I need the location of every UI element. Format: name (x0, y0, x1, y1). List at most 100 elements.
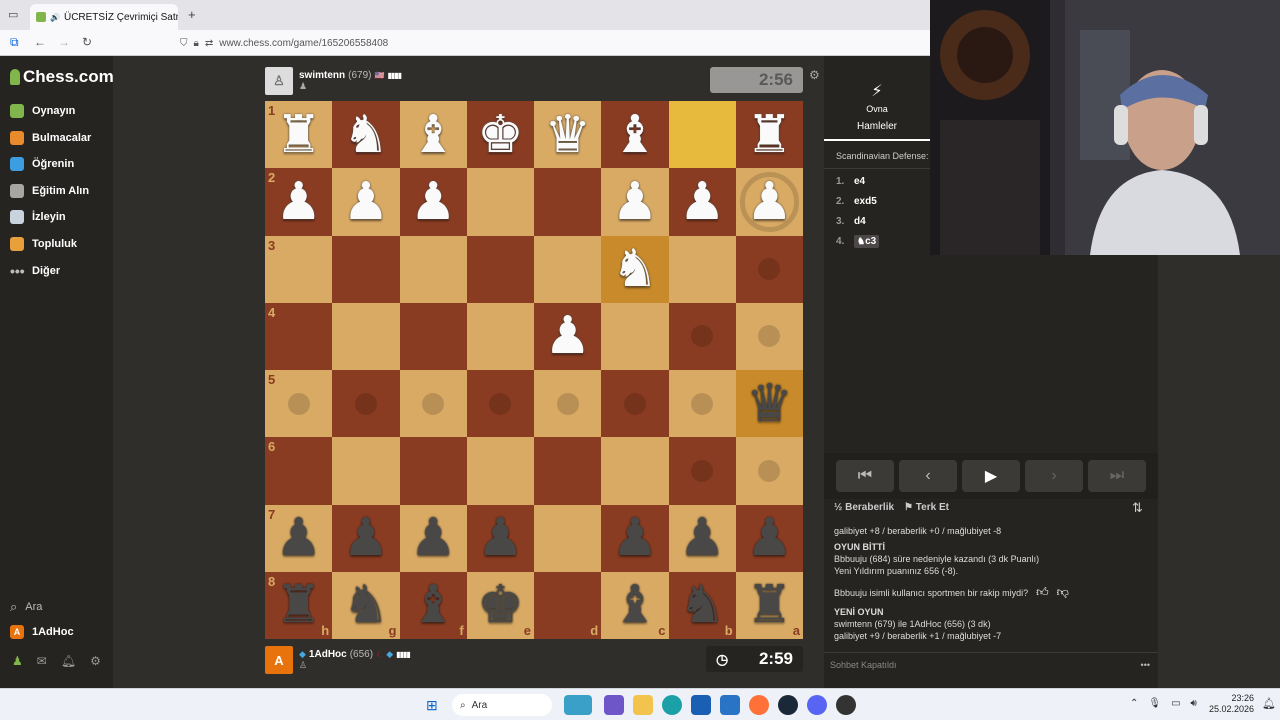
white-rook-icon[interactable]: ♜ (746, 109, 793, 161)
thumbs-up-icon[interactable]: 👍︎ (1036, 585, 1049, 600)
board-square[interactable] (601, 370, 669, 438)
friends-icon[interactable]: ♟ (12, 654, 23, 668)
board-settings-gear-icon[interactable]: ⚙ (809, 68, 820, 82)
first-move-button[interactable]: ⏮︎ (836, 460, 894, 492)
board-square[interactable] (466, 370, 534, 438)
black-pawn-icon[interactable]: ♟ (679, 512, 726, 564)
board-square[interactable]: 6 (265, 437, 333, 505)
move-hint-dot[interactable] (556, 392, 579, 415)
board-square[interactable]: f ♝ (399, 571, 467, 639)
edge-icon[interactable] (662, 695, 682, 715)
black-knight-icon[interactable]: ♞ (679, 579, 726, 631)
board-square[interactable] (534, 168, 602, 236)
white-bishop-icon[interactable]: ♝ (612, 109, 659, 161)
resign-button[interactable]: ⚑ Terk Et (904, 502, 949, 513)
board-square[interactable]: ♟ (332, 504, 400, 572)
firefox-icon[interactable] (749, 695, 769, 715)
black-rook-icon[interactable]: ♜ (746, 579, 793, 631)
chevron-up-icon[interactable]: ⌃ (1130, 698, 1138, 709)
sidebar-toggle-icon[interactable]: ⧉ (10, 35, 19, 50)
board-square[interactable] (534, 370, 602, 438)
back-icon[interactable]: ← (34, 35, 46, 49)
board-square[interactable]: 5 (265, 370, 333, 438)
top-player-name[interactable]: swimtenn (299, 70, 345, 81)
chat-menu-icon[interactable]: ••• (1141, 660, 1150, 670)
sidebar-item-learn[interactable]: Öğrenin (10, 154, 74, 174)
board-square[interactable] (735, 302, 803, 370)
board-square[interactable]: ♟ (735, 504, 803, 572)
board-square[interactable]: ♞ (601, 235, 669, 303)
board-square[interactable]: a ♜ (735, 571, 803, 639)
move-hint-dot[interactable] (758, 459, 781, 482)
teams-icon[interactable] (604, 695, 624, 715)
sidebar-item-puzzles[interactable]: Bulmacalar (10, 128, 91, 148)
move-san[interactable]: d4 (854, 216, 866, 227)
board-square[interactable] (534, 504, 602, 572)
black-pawn-icon[interactable]: ♟ (275, 512, 322, 564)
board-square[interactable]: ♛ (735, 370, 803, 438)
board-square[interactable] (668, 101, 736, 169)
chess-logo[interactable]: Chess.com (10, 67, 114, 87)
board-square[interactable]: ♟ (601, 168, 669, 236)
url-bar[interactable]: ⛉ 🔒︎ ⇄ www.chess.com/game/165206558408 (180, 33, 920, 53)
flip-board-icon[interactable]: ⇅ (1132, 500, 1143, 516)
black-pawn-icon[interactable]: ♟ (343, 512, 390, 564)
obs-icon[interactable] (836, 695, 856, 715)
windows-start-icon[interactable]: ⊞ (426, 697, 438, 714)
board-square[interactable]: ♛ (534, 101, 602, 169)
board-square[interactable] (466, 168, 534, 236)
board-square[interactable] (332, 437, 400, 505)
board-square[interactable]: ♚ (466, 101, 534, 169)
black-pawn-icon[interactable]: ♟ (612, 512, 659, 564)
board-square[interactable] (735, 437, 803, 505)
board-square[interactable] (466, 235, 534, 303)
tab-list-icon[interactable]: ▭ (8, 8, 18, 21)
board-square[interactable] (466, 302, 534, 370)
settings-gear-icon[interactable]: ⚙ (90, 654, 101, 668)
board-square[interactable] (399, 302, 467, 370)
move-hint-dot[interactable] (691, 392, 714, 415)
sidebar-item-coach[interactable]: Eğitim Alın (10, 181, 89, 201)
bottom-player-name[interactable]: 1AdHoc (309, 649, 347, 660)
store-icon[interactable] (691, 695, 711, 715)
black-pawn-icon[interactable]: ♟ (410, 512, 457, 564)
board-square[interactable]: ♟ (466, 504, 534, 572)
move-san[interactable]: exd5 (854, 196, 877, 207)
board-square[interactable]: 8 h ♜ (265, 571, 333, 639)
black-pawn-icon[interactable]: ♟ (746, 512, 793, 564)
volume-icon[interactable]: 🔊︎ (1191, 698, 1197, 709)
reload-icon[interactable]: ↻ (82, 35, 92, 49)
board-square[interactable] (601, 302, 669, 370)
mail-icon[interactable]: ✉ (37, 654, 47, 668)
file-explorer-icon[interactable] (633, 695, 653, 715)
black-knight-icon[interactable]: ♞ (343, 579, 390, 631)
taskbar-clock[interactable]: 23:26 25.02.2026 (1204, 693, 1254, 715)
notifications-icon[interactable]: 🔔︎ (1262, 697, 1276, 710)
black-pawn-icon[interactable]: ♟ (477, 512, 524, 564)
board-square[interactable]: ♟ (668, 504, 736, 572)
board-square[interactable]: 3 (265, 235, 333, 303)
white-pawn-icon[interactable]: ♟ (679, 176, 726, 228)
white-pawn-icon[interactable]: ♟ (343, 176, 390, 228)
board-square[interactable] (668, 437, 736, 505)
board-square[interactable] (466, 437, 534, 505)
thumbs-down-icon[interactable]: 👎︎ (1057, 585, 1069, 600)
sidebar-item-watch[interactable]: İzleyin (10, 207, 66, 227)
white-pawn-icon[interactable]: ♟ (275, 176, 322, 228)
board-square[interactable]: 7 ♟ (265, 504, 333, 572)
board-square[interactable]: c ♝ (601, 571, 669, 639)
board-square[interactable]: ♞ (332, 101, 400, 169)
board-square[interactable]: g ♞ (332, 571, 400, 639)
move-hint-dot[interactable] (758, 258, 781, 281)
tab-moves[interactable]: Hamleler (824, 113, 930, 141)
top-player-avatar[interactable]: ♙ (265, 67, 293, 95)
move-san-current[interactable]: c3 (865, 236, 876, 247)
black-king-icon[interactable]: ♚ (477, 579, 524, 631)
move-hint-dot[interactable] (422, 392, 445, 415)
board-square[interactable]: ♜ (735, 101, 803, 169)
board-square[interactable]: ♟ (601, 504, 669, 572)
white-bishop-icon[interactable]: ♝ (410, 109, 457, 161)
white-rook-icon[interactable]: ♜ (275, 109, 322, 161)
sidebar-item-community[interactable]: Topluluk (10, 234, 77, 254)
browser-tab[interactable]: 🔊 ÜCRETSİZ Çevrimiçi Satranç ✕ (30, 4, 178, 30)
